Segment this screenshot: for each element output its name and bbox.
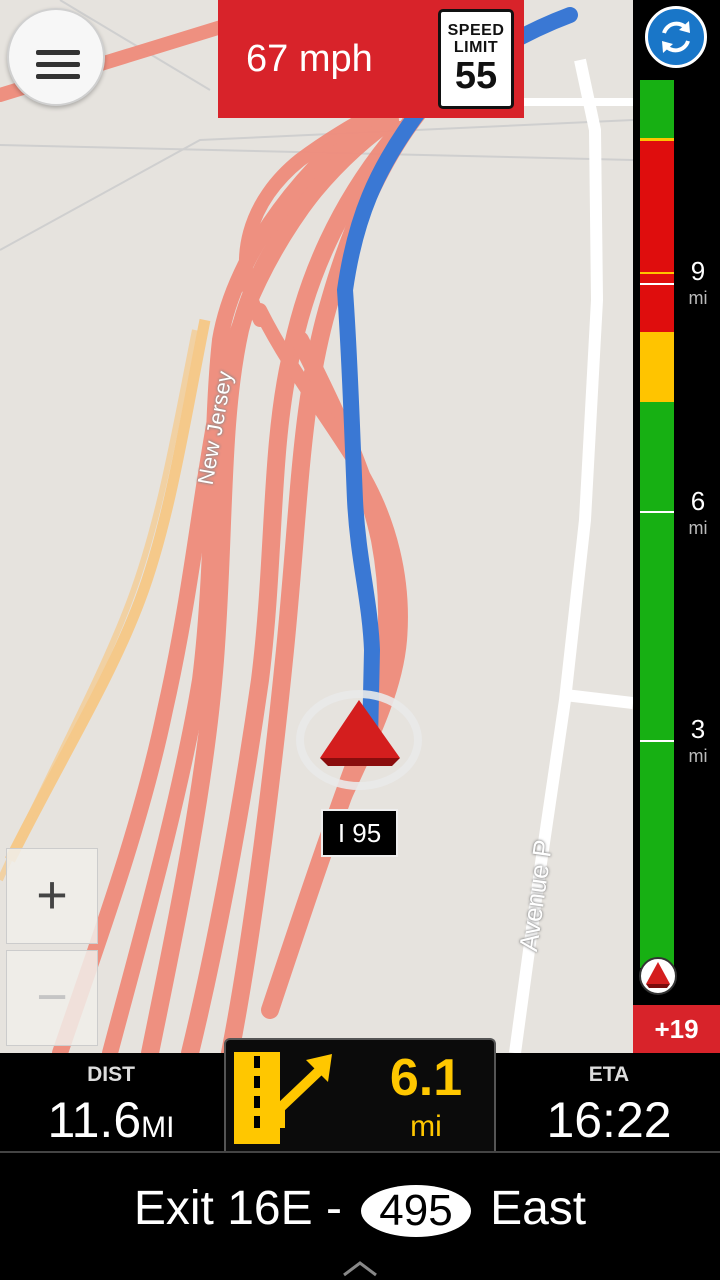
speed-limit-title: SPEED LIMIT (447, 22, 505, 56)
current-speed: 67 mph (246, 38, 373, 80)
mile-marker-3-unit: mi (688, 746, 708, 766)
mile-marker-6: 6 (690, 486, 706, 516)
instruction-bar[interactable]: Exit 16E - 495 East (0, 1151, 720, 1280)
map-view[interactable]: New Jersey Avenue P I 95 + − (0, 0, 633, 1053)
dist-value-group: 11.6MI (0, 1091, 222, 1149)
next-turn-panel[interactable]: 6.1 mi (224, 1038, 496, 1151)
route-shield-495: 495 (361, 1185, 471, 1238)
mile-marker-3: 3 (690, 714, 706, 744)
dist-value: 11.6 (47, 1092, 142, 1148)
chevron-up-icon[interactable] (340, 1257, 380, 1279)
zoom-out-button[interactable]: − (6, 950, 98, 1046)
route-shield-i95: I 95 (321, 809, 398, 857)
speed-panel: 67 mph SPEED LIMIT 55 (218, 0, 524, 118)
turn-distance: 6.1 (389, 1049, 463, 1107)
refresh-button[interactable] (645, 6, 707, 68)
dist-label: DIST (87, 1063, 135, 1086)
turn-distance-unit: mi (410, 1110, 442, 1143)
speed-limit-value: 55 (454, 55, 498, 97)
vehicle-position-icon (639, 957, 677, 995)
instruction-text: Exit 16E - 495 East (0, 1181, 720, 1238)
traffic-bar (640, 80, 674, 968)
mile-marker-9-unit: mi (688, 288, 708, 308)
dist-unit: MI (141, 1111, 175, 1144)
trip-stats-bar[interactable]: DIST 11.6MI 6.1 mi ETA 16:22 (0, 1038, 720, 1151)
mile-marker-6-unit: mi (688, 518, 708, 538)
speed-limit-sign: SPEED LIMIT 55 (438, 9, 514, 109)
instruction-suffix: East (490, 1182, 587, 1235)
eta-label: ETA (588, 1063, 630, 1086)
traffic-delay-badge: +19 (633, 1005, 720, 1053)
zoom-in-button[interactable]: + (6, 848, 98, 944)
traffic-sidebar: 9 mi 6 mi 3 mi +19 (633, 0, 720, 1053)
menu-button[interactable] (7, 8, 105, 106)
mile-marker-9: 9 (690, 256, 706, 286)
eta-value: 16:22 (546, 1092, 672, 1148)
refresh-icon (662, 21, 690, 53)
hamburger-icon (36, 50, 80, 55)
instruction-prefix: Exit 16E - (133, 1182, 342, 1235)
exit-right-icon (234, 1052, 332, 1144)
